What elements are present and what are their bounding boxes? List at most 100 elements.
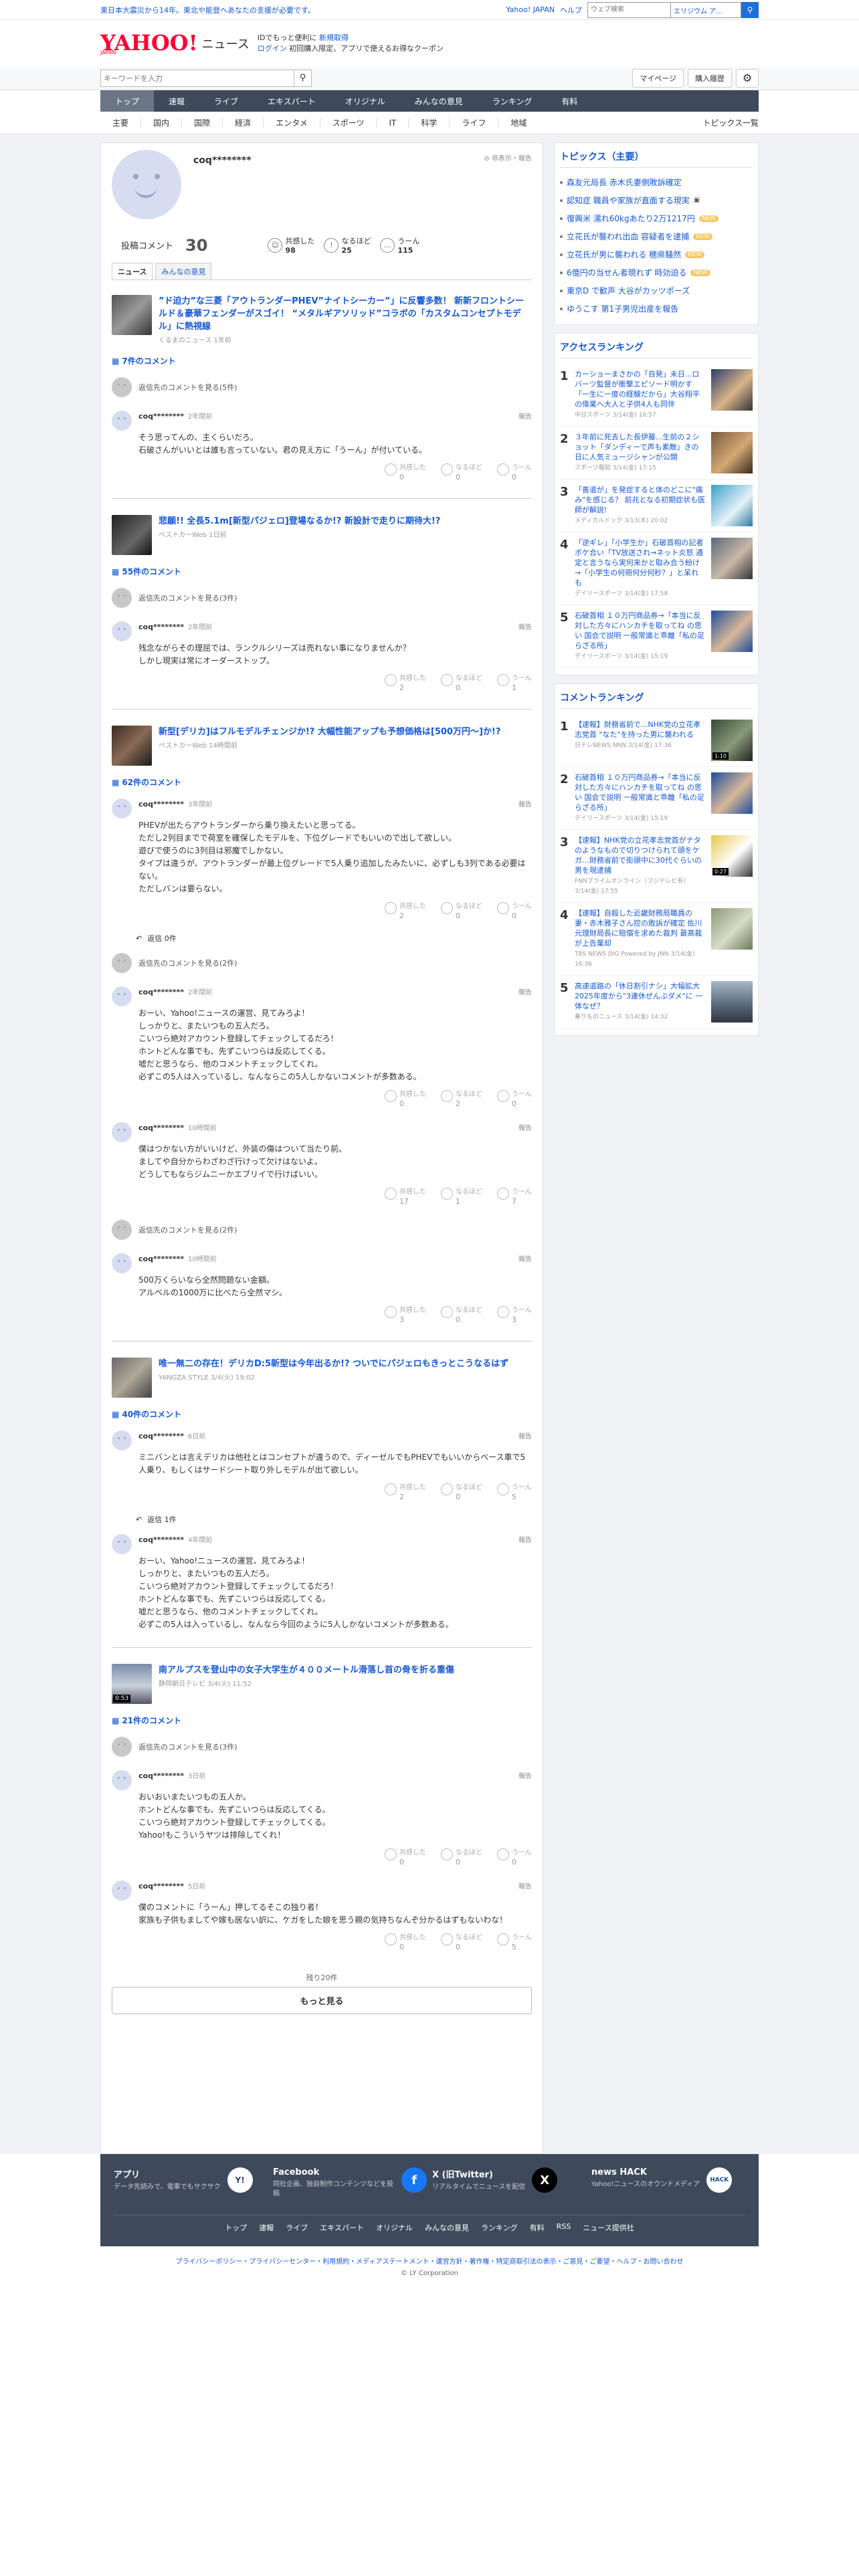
yahoo-news-logo[interactable]: YAHOO! JAPAN ニュース — [100, 32, 250, 56]
cat-life[interactable]: ライフ — [450, 118, 499, 128]
empathy-button[interactable]: 共感した 2 — [384, 1483, 426, 1502]
insight-button[interactable]: なるほど 0 — [440, 902, 482, 921]
empathy-button[interactable]: 共感した 0 — [384, 463, 426, 482]
article-card[interactable]: ”ド迫力”な三菱「アウトランダーPHEV”ナイトシーカー”」に反響多数！ 新新フ… — [112, 288, 532, 351]
disaster-notice-link[interactable]: 東日本大震災から14年。東北や能登へあなたの支援が必要です。 — [100, 5, 315, 15]
ranking-item[interactable]: 3 「善道が」を発症すると体のどこに"痛み"を感じる？ 前兆となる初期症状も医師が… — [559, 479, 753, 532]
article-title[interactable]: 新型[デリカ]はフルモデルチェンジか!? 大幅性能アップも予想価格は[500万円… — [159, 726, 500, 738]
mypage-button[interactable]: マイページ — [632, 69, 684, 88]
insight-button[interactable]: なるほど 1 — [440, 1188, 482, 1206]
report-link[interactable]: 報告 — [518, 1122, 532, 1132]
gnav-expert[interactable]: エキスパート — [253, 90, 330, 112]
article-title[interactable]: ”ド迫力”な三菱「アウトランダーPHEV”ナイトシーカー”」に反響多数！ 新新フ… — [159, 295, 532, 333]
comment-count[interactable]: ▦ 7件のコメント — [112, 351, 532, 370]
insight-button[interactable]: なるほど 2 — [440, 1090, 482, 1109]
web-search-input[interactable] — [587, 1, 671, 18]
report-link[interactable]: 報告 — [518, 986, 532, 996]
topic-link[interactable]: ゆうこす 第1子男児出産を報告 — [560, 300, 753, 318]
topics-list-link[interactable]: トピックス一覧 — [702, 117, 759, 128]
gnav-opinion[interactable]: みんなの意見 — [400, 90, 478, 112]
ranking-item[interactable]: 1 【速報】財務省前で...NHK党の立花孝志党首 "なた"を持った男に襲われる日… — [559, 714, 753, 767]
help-link[interactable]: ヘルプ — [560, 5, 582, 15]
tab-opinions[interactable]: みんなの意見 — [155, 263, 212, 280]
topic-link[interactable]: 東京D で歓声 大谷がカッツポーズ — [560, 282, 753, 300]
gnav-original[interactable]: オリジナル — [330, 90, 400, 112]
hmm-button[interactable]: うーん 0 — [496, 1090, 532, 1109]
report-link[interactable]: 報告 — [518, 621, 532, 631]
footer-newshack[interactable]: news HACK Yahoo!ニュースのオウンドメディア HACK — [591, 2167, 745, 2199]
report-link[interactable]: 報告 — [518, 1253, 532, 1263]
article-card[interactable]: 悲願!! 全長5.1m[新型パジェロ]登場なるか!? 新設計で走りに期待大!? ベ… — [112, 508, 532, 562]
cat-science[interactable]: 科学 — [409, 118, 450, 128]
ranking-item[interactable]: 1 カーショーまさかの「自発」未日...ロバーツ監督が衝撃エピソード明かす「一生に… — [559, 364, 753, 427]
cat-entertainment[interactable]: エンタメ — [264, 118, 320, 128]
hide-report-link[interactable]: ⊘ 非表示・報告 — [484, 152, 532, 163]
hmm-button[interactable]: うーん 3 — [496, 1306, 532, 1325]
comment-count[interactable]: ▦ 55件のコメント — [112, 562, 532, 581]
article-card[interactable]: 新型[デリカ]はフルモデルチェンジか!? 大幅性能アップも予想価格は[500万円… — [112, 719, 532, 772]
footer-link[interactable]: 有料 — [530, 2222, 545, 2233]
hmm-button[interactable]: うーん 1 — [496, 674, 532, 693]
empathy-button[interactable]: 共感した 2 — [384, 902, 426, 921]
article-title[interactable]: 南アルプスを登山中の女子大学生が４００メートル滑落し首の骨を折る重傷 — [159, 1664, 454, 1677]
gear-icon[interactable]: ⚙ — [736, 69, 759, 88]
insight-button[interactable]: なるほど 0 — [440, 1848, 482, 1867]
hmm-button[interactable]: うーん 5 — [496, 1933, 532, 1952]
footer-link[interactable]: エキスパート — [320, 2222, 364, 2233]
empathy-button[interactable]: 共感した 17 — [384, 1188, 426, 1206]
insight-button[interactable]: なるほど 0 — [440, 1933, 482, 1952]
insight-button[interactable]: なるほど 0 — [440, 1306, 482, 1325]
gnav-ranking[interactable]: ランキング — [478, 90, 547, 112]
gnav-paid[interactable]: 有料 — [547, 90, 592, 112]
coupon-text[interactable]: 初回購入限定、アプリで使えるお得なクーポン — [289, 44, 444, 53]
ranking-item[interactable]: 4 「逆ギレ」「小学生か」石破首相の記者ボケ合い「TV放送され→ネット炎怒 通定と… — [559, 532, 753, 605]
article-title[interactable]: 唯一無二の存在！デリカD:5新型は今年出るか!? ついでにパジェロもきっとこうな… — [159, 1358, 508, 1370]
footer-link[interactable]: オリジナル — [376, 2222, 413, 2233]
hmm-button[interactable]: うーん 0 — [496, 1848, 532, 1867]
ranking-item[interactable]: 3 【速報】NHK党の立花孝志党首がナタのようなもので切りつけられて頭をケガ…財務… — [559, 830, 753, 903]
replies-toggle[interactable]: ↶ 返信 1件 — [112, 1509, 532, 1527]
empathy-button[interactable]: 共感した 2 — [384, 674, 426, 693]
report-link[interactable]: 報告 — [518, 1534, 532, 1544]
cat-main[interactable]: 主要 — [100, 118, 142, 128]
report-link[interactable]: 報告 — [518, 1430, 532, 1440]
history-button[interactable]: 購入履歴 — [688, 69, 732, 88]
cat-it[interactable]: IT — [377, 118, 409, 128]
footer-link[interactable]: ランキング — [481, 2222, 518, 2233]
cat-local[interactable]: 地域 — [498, 118, 539, 128]
hmm-button[interactable]: うーん 7 — [496, 1188, 532, 1206]
cat-sports[interactable]: スポーツ — [320, 118, 377, 128]
ranking-item[interactable]: 5 石破首相 １０万円商品券→「本当に反対した方々にハンカチを取ってね の思い 国… — [559, 605, 753, 668]
insight-button[interactable]: なるほど 0 — [440, 463, 482, 482]
report-link[interactable]: 報告 — [518, 411, 532, 421]
footer-link[interactable]: トップ — [225, 2222, 247, 2233]
show-parent-comment[interactable]: 返信先のコメントを見る(3件) — [112, 581, 532, 615]
empathy-button[interactable]: 共感した 0 — [384, 1090, 426, 1109]
topic-link[interactable]: 認知症 職員や家族が直面する現実 ▣ — [560, 191, 753, 209]
cat-business[interactable]: 経済 — [223, 118, 264, 128]
comment-count[interactable]: ▦ 62件のコメント — [112, 772, 532, 792]
register-link[interactable]: 新規取得 — [319, 33, 349, 42]
show-parent-comment[interactable]: 返信先のコメントを見る(5件) — [112, 370, 532, 404]
footer-link[interactable]: ニュース提供社 — [583, 2222, 634, 2233]
footer-link[interactable]: みんなの意見 — [425, 2222, 469, 2233]
yahoo-japan-link[interactable]: Yahoo! JAPAN — [506, 5, 555, 14]
footer-facebook[interactable]: Facebook 同社企画、独自制作コンテンツなどを投稿 f — [273, 2167, 427, 2199]
cat-domestic[interactable]: 国内 — [141, 118, 183, 128]
topic-link[interactable]: 立花氏が男に襲われる 穂県騒然 NEW — [560, 245, 753, 263]
ranking-item[interactable]: 4 【速報】自殺した近畿財務局職員の妻・赤木雅子さん控の敗訴が確定 佐川元理財局長… — [559, 903, 753, 976]
gnav-top[interactable]: トップ — [100, 90, 155, 112]
more-button[interactable]: もっと見る — [112, 1987, 532, 2014]
comment-count[interactable]: ▦ 21件のコメント — [112, 1711, 532, 1730]
report-link[interactable]: 報告 — [518, 1881, 532, 1891]
show-parent-comment[interactable]: 返信先のコメントを見る(2件) — [112, 1213, 532, 1247]
hmm-button[interactable]: うーん 5 — [496, 1483, 532, 1502]
insight-button[interactable]: なるほど 0 — [440, 1483, 482, 1502]
gnav-flash[interactable]: 速報 — [154, 90, 199, 112]
empathy-button[interactable]: 共感した 3 — [384, 1306, 426, 1325]
show-parent-comment[interactable]: 返信先のコメントを見る(3件) — [112, 1730, 532, 1763]
footer-app[interactable]: アプリ データ先読みで、電車でもサクサク Y! — [114, 2167, 268, 2199]
cat-world[interactable]: 国際 — [182, 118, 223, 128]
ranking-item[interactable]: 2 石破首相 １０万円商品券→「本当に反対した方々にハンカチを取ってね の思い 国… — [559, 767, 753, 830]
search-scope[interactable]: エリジウム ア... — [671, 1, 741, 18]
